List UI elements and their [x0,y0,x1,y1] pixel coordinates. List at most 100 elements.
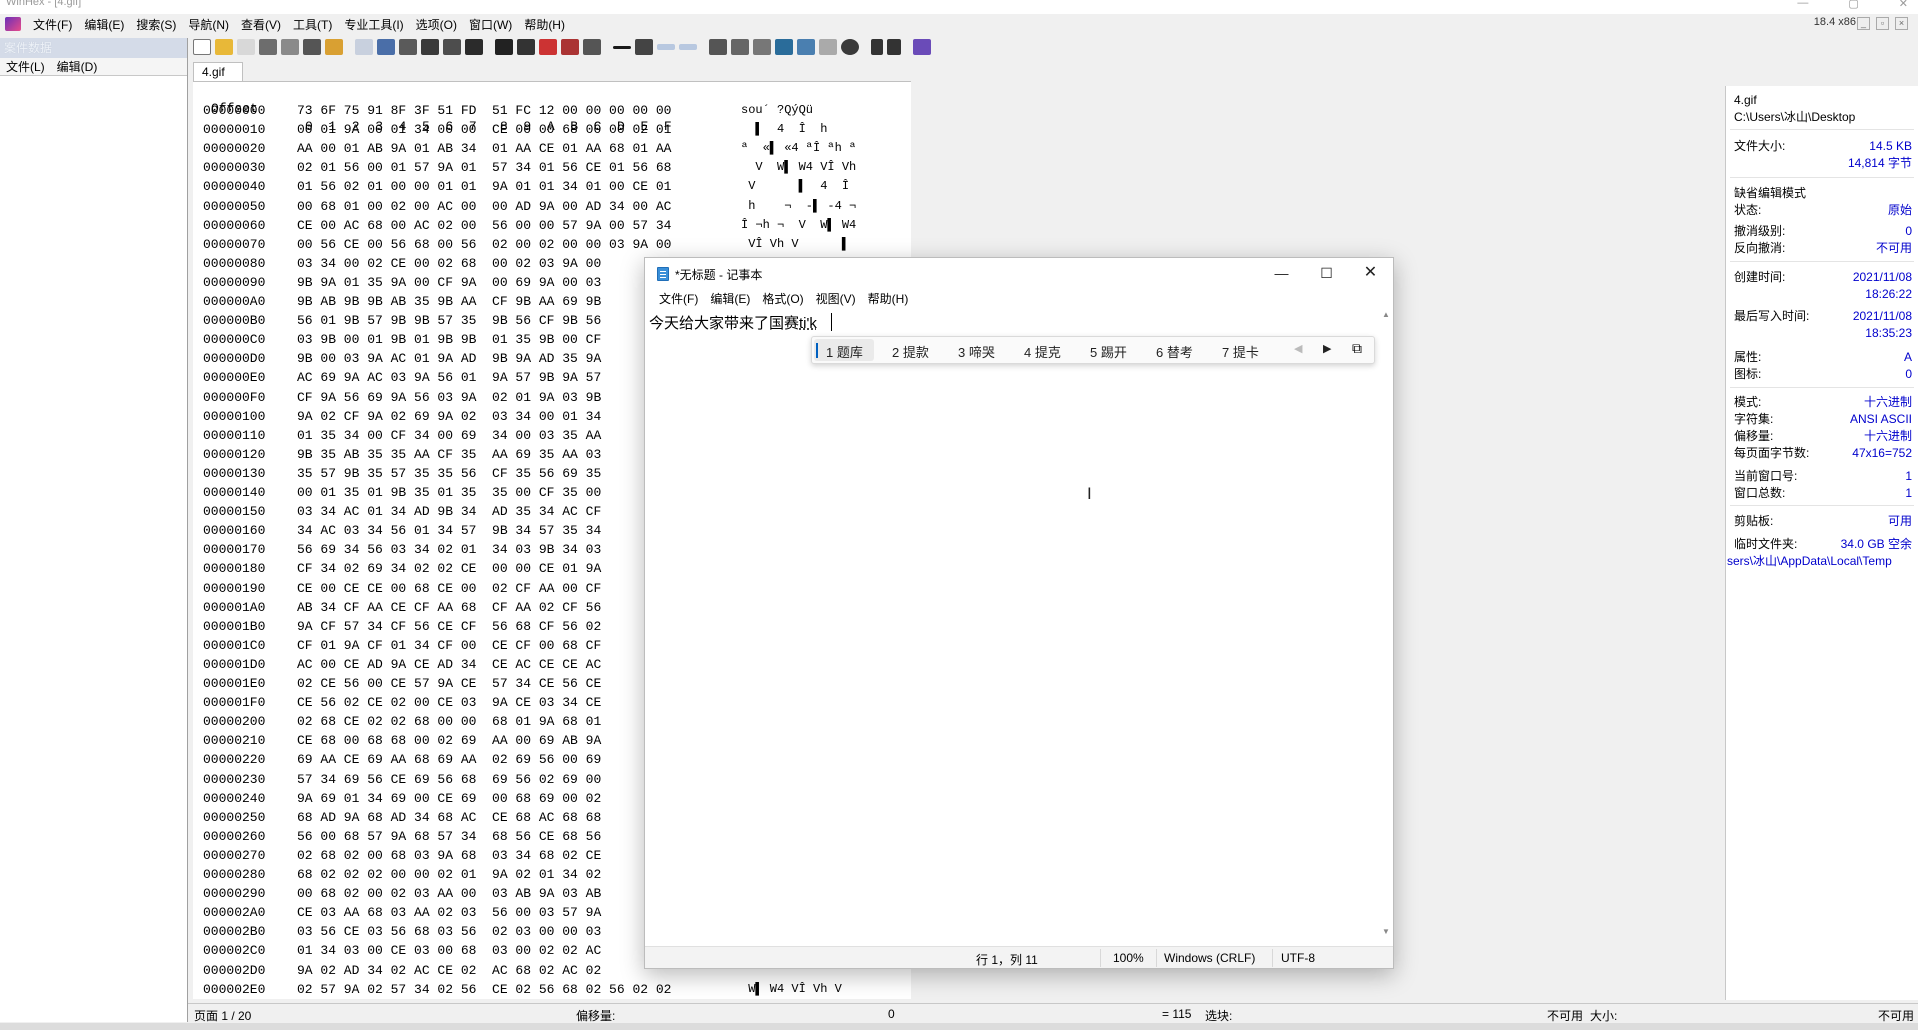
paste-special-icon[interactable] [443,39,461,55]
notepad-vertical-scrollbar[interactable]: ▲ ▼ [1379,308,1393,938]
close-icon[interactable]: ✕ [1899,0,1908,10]
copy-icon[interactable] [377,39,395,55]
print-icon[interactable] [259,39,277,55]
hex-row[interactable]: 00000030 02 01 56 00 01 57 9A 01 57 34 01… [193,158,911,177]
menu-view[interactable]: 查看(V) [235,16,287,33]
notepad-menu-file[interactable]: 文件(F) [653,290,704,307]
case-menu-edit[interactable]: 编辑(D) [51,58,104,75]
hex-bytes[interactable]: AA 00 01 AB 9A 01 AB 34 01 AA CE 01 AA 6… [297,139,767,158]
ime-candidate-7[interactable]: 7 提卡 [1222,342,1259,361]
hex-row[interactable]: 00000070 00 56 CE 00 56 68 00 56 02 00 02… [193,235,911,254]
hex-ascii[interactable]: W▌ W4 VÎ Vh V [741,980,901,999]
help-book-icon[interactable] [913,39,931,55]
open-disk-icon[interactable] [303,39,321,55]
hex-ascii[interactable]: h ¬ -▌ -4 ¬ [741,197,901,216]
ime-candidate-1[interactable]: 1 题库 [826,342,863,361]
scroll-up-icon[interactable]: ▲ [1382,310,1390,319]
ime-candidate-3[interactable]: 3 啼哭 [958,342,995,361]
notepad-titlebar[interactable]: *无标题 - 记事本 — ☐ ✕ [645,258,1393,288]
hex-bytes[interactable]: CE 00 AC 68 00 AC 02 00 56 00 00 57 9A 0… [297,216,767,235]
menu-file[interactable]: 文件(F) [27,16,78,33]
maximize-icon[interactable]: ▢ [1848,0,1858,10]
notepad-menu-format[interactable]: 格式(O) [756,290,809,307]
minimize-icon[interactable]: — [1797,0,1808,10]
find-text-icon[interactable] [495,39,513,55]
paste-icon[interactable] [421,39,439,55]
find-next-icon[interactable] [583,39,601,55]
mdi-restore-icon[interactable]: ▫ [1876,17,1889,30]
ime-candidate-2[interactable]: 2 提款 [892,342,929,361]
hex-bytes[interactable]: 02 01 56 00 01 57 9A 01 57 34 01 56 CE 0… [297,158,767,177]
back-arrow-icon[interactable] [657,44,675,50]
notepad-text-area[interactable]: 今天给大家带来了国赛ti'k [645,308,1379,938]
find-hex-icon[interactable] [539,39,557,55]
hex-ascii[interactable]: VÎ Vh V ▌ [741,235,901,254]
ime-candidate-6[interactable]: 6 替考 [1156,342,1193,361]
hex-convert-icon[interactable] [465,39,483,55]
goto-offset-icon[interactable] [613,45,631,49]
forward-arrow-icon[interactable] [679,44,697,50]
hex-row[interactable]: 00000010 00 01 9A 00 01 34 00 00 CE 00 00… [193,120,911,139]
hex-row[interactable]: 00000040 01 56 02 01 00 00 01 01 9A 01 01… [193,177,911,196]
menu-window[interactable]: 窗口(W) [463,16,518,33]
undo-icon[interactable] [355,39,373,55]
open-ram-icon[interactable] [709,39,727,55]
tools-icon[interactable] [841,39,859,55]
notepad-menu-view[interactable]: 视图(V) [810,290,862,307]
menu-search[interactable]: 搜索(S) [130,16,182,33]
file-tab-4gif[interactable]: 4.gif [193,62,243,81]
zoom-icon[interactable] [797,39,815,55]
hex-row[interactable]: 00000060 CE 00 AC 68 00 AC 02 00 56 00 00… [193,216,911,235]
find-replace-icon[interactable] [517,39,535,55]
ime-settings-icon[interactable]: ⧉ [1352,340,1362,357]
new-file-icon[interactable] [193,39,211,55]
case-menu-file[interactable]: 文件(L) [0,58,51,75]
menu-tools[interactable]: 工具(T) [287,16,338,33]
template-icon[interactable] [819,39,837,55]
hex-bytes[interactable]: 00 01 9A 00 01 34 00 00 CE 00 00 68 00 0… [297,120,767,139]
save-file-icon[interactable] [237,39,255,55]
maximize-icon[interactable]: ☐ [1304,258,1349,288]
mdi-minimize-icon[interactable]: _ [1857,17,1870,30]
menu-options[interactable]: 选项(O) [410,16,463,33]
case-icon[interactable] [325,39,343,55]
hex-bytes[interactable]: 01 56 02 01 00 00 01 01 9A 01 01 34 01 0… [297,177,767,196]
hex-row[interactable]: 000002E0 02 57 9A 02 57 34 02 56 CE 02 56… [193,980,911,999]
disk-clone-icon[interactable] [753,39,771,55]
menu-edit[interactable]: 编辑(E) [78,16,130,33]
ime-candidate-5[interactable]: 5 踢开 [1090,342,1127,361]
hex-bytes[interactable]: 73 6F 75 91 8F 3F 51 FD 51 FC 12 00 00 0… [297,101,767,120]
hex-ascii[interactable]: ª «▌ «4 ªÎ ªh ª [741,139,901,158]
hex-row[interactable]: 00000050 00 68 01 00 02 00 AC 00 00 AD 9A… [193,197,911,216]
chevron-right-icon[interactable]: ▶ [1323,342,1331,355]
close-icon[interactable]: ✕ [1348,258,1393,288]
notepad-menu-help[interactable]: 帮助(H) [862,290,915,307]
hex-ascii[interactable]: sou´ ?QýQü [741,101,901,120]
mdi-close-icon[interactable]: × [1895,17,1908,30]
cut-icon[interactable] [399,39,417,55]
chevron-left-icon[interactable]: ◀ [1294,342,1302,355]
replace-hex-icon[interactable] [561,39,579,55]
calculator-icon[interactable] [775,39,793,55]
hex-ascii[interactable]: ▌ 4 Î h [741,120,901,139]
hex-row[interactable]: 00000000 73 6F 75 91 8F 3F 51 FD 51 FC 12… [193,101,911,120]
hex-bytes[interactable]: 00 68 01 00 02 00 AC 00 00 AD 9A 00 AD 3… [297,197,767,216]
hex-bytes[interactable]: 02 57 9A 02 57 34 02 56 CE 02 56 68 02 5… [297,980,767,999]
hex-row[interactable]: 00000020 AA 00 01 AB 9A 01 AB 34 01 AA CE… [193,139,911,158]
hex-ascii[interactable]: V W▌ W4 VÎ Vh [741,158,901,177]
menu-pro-tools[interactable]: 专业工具(I) [338,16,409,33]
goto-sector-icon[interactable] [635,39,653,55]
hex-ascii[interactable]: Î ¬h ¬ V W▌ W4 [741,216,901,235]
hex-bytes[interactable]: 00 56 CE 00 56 68 00 56 02 00 02 00 00 0… [297,235,767,254]
nav-back-icon[interactable] [871,39,883,55]
menu-navigate[interactable]: 导航(N) [182,16,235,33]
minimize-icon[interactable]: — [1259,258,1304,288]
menu-help[interactable]: 帮助(H) [518,16,571,33]
open-file-icon[interactable] [215,39,233,55]
notepad-menu-edit[interactable]: 编辑(E) [704,290,756,307]
scroll-down-icon[interactable]: ▼ [1382,927,1390,936]
ime-candidate-4[interactable]: 4 提克 [1024,342,1061,361]
disk-editor-icon[interactable] [731,39,749,55]
properties-icon[interactable] [281,39,299,55]
nav-forward-icon[interactable] [887,39,901,55]
